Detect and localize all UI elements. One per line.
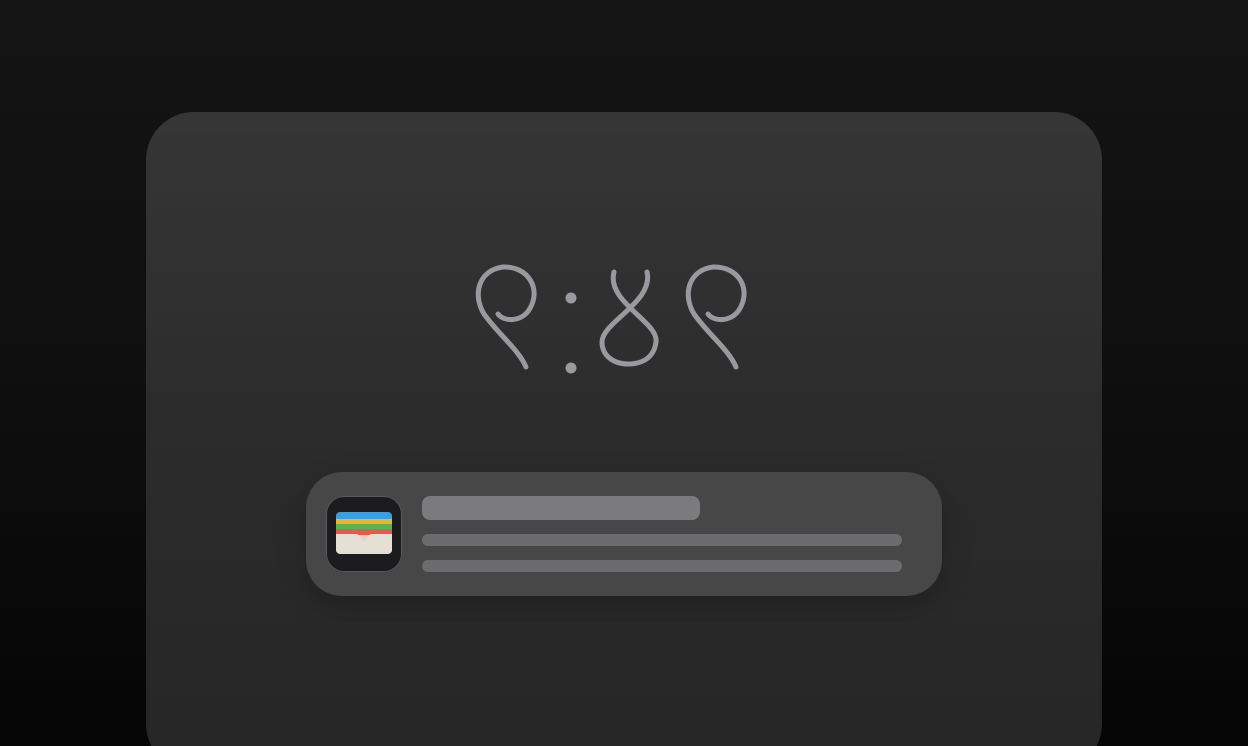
notification-body-line	[422, 560, 902, 572]
clock-colon	[565, 292, 577, 374]
notification-title	[422, 496, 700, 520]
clock-time	[146, 252, 1102, 382]
clock-digit-minute-ones	[685, 264, 747, 370]
notification-body-line	[422, 534, 902, 546]
clock-digit-minute-tens	[599, 269, 659, 367]
clock-digits	[475, 264, 747, 374]
clock-digit-hour	[475, 264, 537, 370]
notification-card[interactable]	[306, 472, 942, 596]
wallet-icon	[326, 496, 402, 572]
lock-screen	[146, 112, 1102, 746]
